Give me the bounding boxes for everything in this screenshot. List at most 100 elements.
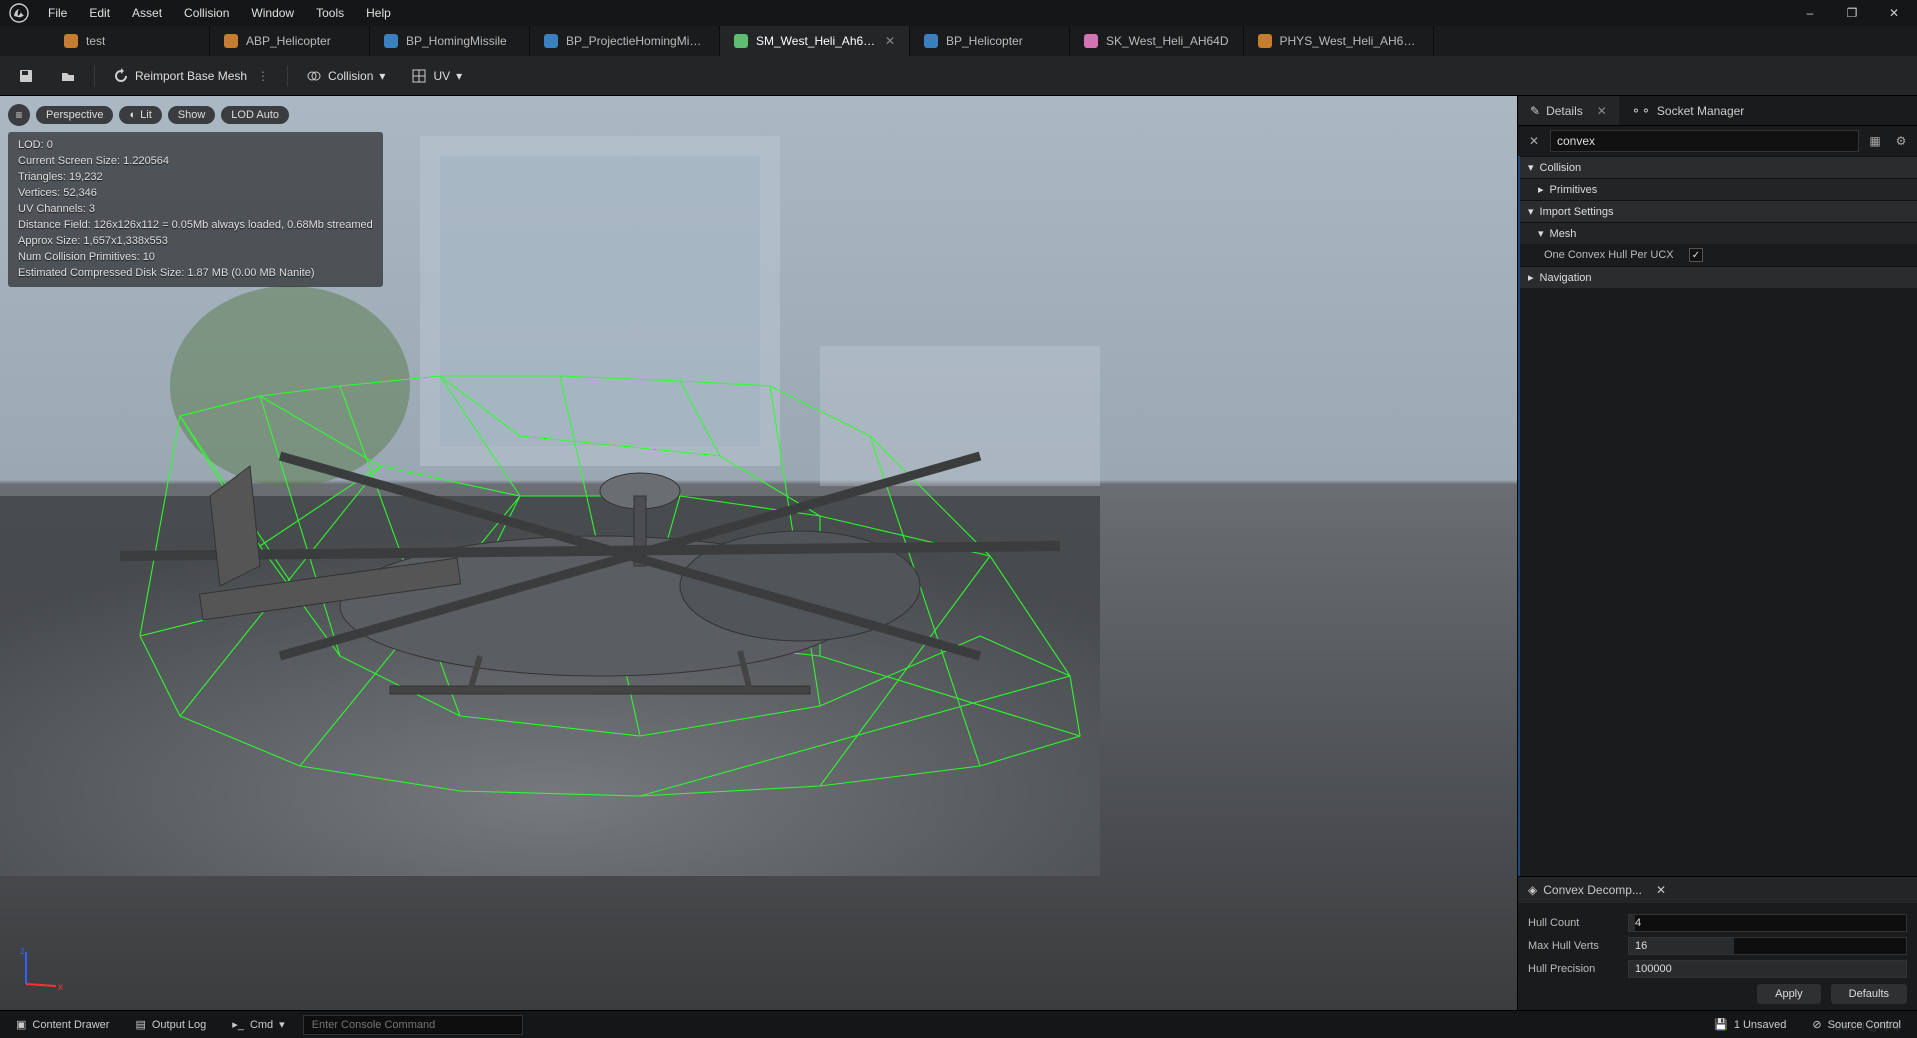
- chevron-down-icon: ▾: [279, 1018, 285, 1031]
- minimize-button[interactable]: –: [1793, 0, 1827, 26]
- category-label: Primitives: [1550, 184, 1598, 196]
- defaults-button[interactable]: Defaults: [1831, 984, 1907, 1004]
- category-collision[interactable]: ▾Collision: [1520, 156, 1917, 178]
- category-navigation[interactable]: ▸Navigation: [1520, 266, 1917, 288]
- cmd-dropdown[interactable]: ▸_Cmd▾: [224, 1016, 292, 1033]
- pencil-icon: ✎: [1530, 104, 1540, 118]
- title-bar: File Edit Asset Collision Window Tools H…: [0, 0, 1917, 26]
- viewport-menu-button[interactable]: ≡: [8, 104, 30, 126]
- convex-buttons: Apply Defaults: [1528, 984, 1907, 1004]
- convex-body: Hull Count 4 Max Hull Verts 16 Hull Prec…: [1518, 903, 1917, 1010]
- tab-abp-helicopter[interactable]: ABP_Helicopter: [210, 26, 370, 56]
- gear-icon[interactable]: ⚙: [1891, 131, 1911, 151]
- menu-help[interactable]: Help: [356, 2, 401, 24]
- menu-tools[interactable]: Tools: [306, 2, 354, 24]
- tab-label: BP_ProjectieHomingMis...: [566, 34, 705, 48]
- output-log-button[interactable]: ▤Output Log: [127, 1016, 214, 1033]
- apply-button[interactable]: Apply: [1757, 984, 1821, 1004]
- lit-dropdown[interactable]: ◐Lit: [119, 106, 161, 124]
- viewport-stats: LOD: 0 Current Screen Size: 1.220564 Tri…: [8, 132, 383, 287]
- menu-asset[interactable]: Asset: [122, 2, 172, 24]
- uv-dropdown[interactable]: UV ▾: [403, 64, 470, 88]
- animbp-icon: [224, 34, 238, 48]
- axis-x-label: x: [58, 982, 63, 993]
- staticmesh-icon: [734, 34, 748, 48]
- category-primitives[interactable]: ▸Primitives: [1520, 178, 1917, 200]
- content-drawer-button[interactable]: ▣Content Drawer: [8, 1016, 117, 1033]
- checkbox-one-convex-hull[interactable]: [1689, 248, 1703, 262]
- hull-count-value: 4: [1629, 917, 1641, 929]
- console-input[interactable]: [303, 1015, 523, 1035]
- drawer-icon: ▣: [16, 1018, 26, 1031]
- reimport-button[interactable]: Reimport Base Mesh ⋮: [105, 64, 277, 88]
- details-tab-label: Details: [1546, 104, 1583, 118]
- axis-z-label: z: [20, 946, 25, 957]
- tab-label: BP_Helicopter: [946, 34, 1023, 48]
- stat-line: Vertices: 52,346: [18, 186, 373, 202]
- terminal-icon: ▸_: [232, 1018, 244, 1031]
- lod-dropdown[interactable]: LOD Auto: [221, 106, 289, 124]
- chevron-down-icon: ▾: [456, 69, 462, 83]
- tab-bp-projectilehoming[interactable]: BP_ProjectieHomingMis...: [530, 26, 720, 56]
- right-panel: ✎ Details ✕ ⚬⚬ Socket Manager ✕ ▦ ⚙ ▾Col…: [1517, 96, 1917, 1010]
- editor-tabs: test ABP_Helicopter BP_HomingMissile BP_…: [0, 26, 1917, 56]
- grid-icon[interactable]: ▦: [1865, 131, 1885, 151]
- category-label: Mesh: [1550, 228, 1577, 240]
- menu-window[interactable]: Window: [241, 2, 304, 24]
- row-hull-count: Hull Count 4: [1528, 914, 1907, 932]
- hull-count-slider[interactable]: 4: [1628, 914, 1907, 932]
- tab-label: ABP_Helicopter: [246, 34, 331, 48]
- tab-sm-west-heli[interactable]: SM_West_Heli_Ah64D_... * ✕: [720, 26, 910, 56]
- perspective-label: Perspective: [46, 109, 103, 121]
- separator: [287, 65, 288, 87]
- tab-bp-homingmissile[interactable]: BP_HomingMissile: [370, 26, 530, 56]
- chevron-down-icon: ▾: [379, 69, 385, 83]
- show-label: Show: [178, 109, 206, 121]
- tab-phys-west-heli[interactable]: PHYS_West_Heli_AH64D: [1244, 26, 1434, 56]
- status-bar: ▣Content Drawer ▤Output Log ▸_Cmd▾ 💾1 Un…: [0, 1010, 1917, 1038]
- tab-sk-west-heli[interactable]: SK_West_Heli_AH64D: [1070, 26, 1244, 56]
- chevron-down-icon: ▾: [1538, 227, 1544, 240]
- tab-details[interactable]: ✎ Details ✕: [1518, 96, 1619, 125]
- close-icon[interactable]: ✕: [1656, 883, 1666, 897]
- close-icon[interactable]: ✕: [885, 34, 895, 48]
- category-mesh[interactable]: ▾ Mesh: [1520, 222, 1917, 244]
- category-import-settings[interactable]: ▾Import Settings: [1520, 200, 1917, 222]
- viewport[interactable]: ≡ Perspective ◐Lit Show LOD Auto LOD: 0 …: [0, 96, 1517, 1010]
- unsaved-indicator[interactable]: 💾1 Unsaved: [1706, 1016, 1794, 1033]
- tab-socket-manager[interactable]: ⚬⚬ Socket Manager: [1619, 96, 1757, 125]
- menu-file[interactable]: File: [38, 2, 77, 24]
- collision-icon: [306, 68, 322, 84]
- tab-bp-helicopter[interactable]: BP_Helicopter: [910, 26, 1070, 56]
- category-label: Collision: [1540, 162, 1582, 174]
- max-verts-value: 16: [1629, 940, 1647, 952]
- tab-test[interactable]: test: [50, 26, 210, 56]
- close-icon[interactable]: ✕: [1597, 104, 1607, 118]
- collision-dropdown[interactable]: Collision ▾: [298, 64, 393, 88]
- chevron-down-icon: ⋮: [257, 69, 269, 83]
- perspective-dropdown[interactable]: Perspective: [36, 106, 113, 124]
- close-button[interactable]: ✕: [1877, 0, 1911, 26]
- details-search-input[interactable]: [1550, 130, 1859, 152]
- row-hull-precision: Hull Precision 100000: [1528, 960, 1907, 978]
- source-control-button[interactable]: ⊘Source Control: [1804, 1016, 1909, 1033]
- menu-collision[interactable]: Collision: [174, 2, 239, 24]
- show-dropdown[interactable]: Show: [168, 106, 216, 124]
- stat-line: Estimated Compressed Disk Size: 1.87 MB …: [18, 266, 373, 282]
- socket-tab-label: Socket Manager: [1657, 104, 1744, 118]
- menu-edit[interactable]: Edit: [79, 2, 120, 24]
- browse-button[interactable]: [52, 64, 84, 88]
- max-verts-slider[interactable]: 16: [1628, 937, 1907, 955]
- toolbar: Reimport Base Mesh ⋮ Collision ▾ UV ▾: [0, 56, 1917, 96]
- reimport-label: Reimport Base Mesh: [135, 69, 247, 83]
- window-controls: – ❐ ✕: [1793, 0, 1911, 26]
- skelmesh-icon: [1084, 34, 1098, 48]
- tab-label: SM_West_Heli_Ah64D_... *: [756, 34, 877, 48]
- clear-search-button[interactable]: ✕: [1524, 131, 1544, 151]
- maximize-button[interactable]: ❐: [1835, 0, 1869, 26]
- uv-icon: [411, 68, 427, 84]
- tab-label: BP_HomingMissile: [406, 34, 507, 48]
- precision-slider[interactable]: 100000: [1628, 960, 1907, 978]
- convex-decomp-tab[interactable]: ◈Convex Decomp...✕: [1518, 877, 1917, 903]
- save-button[interactable]: [10, 64, 42, 88]
